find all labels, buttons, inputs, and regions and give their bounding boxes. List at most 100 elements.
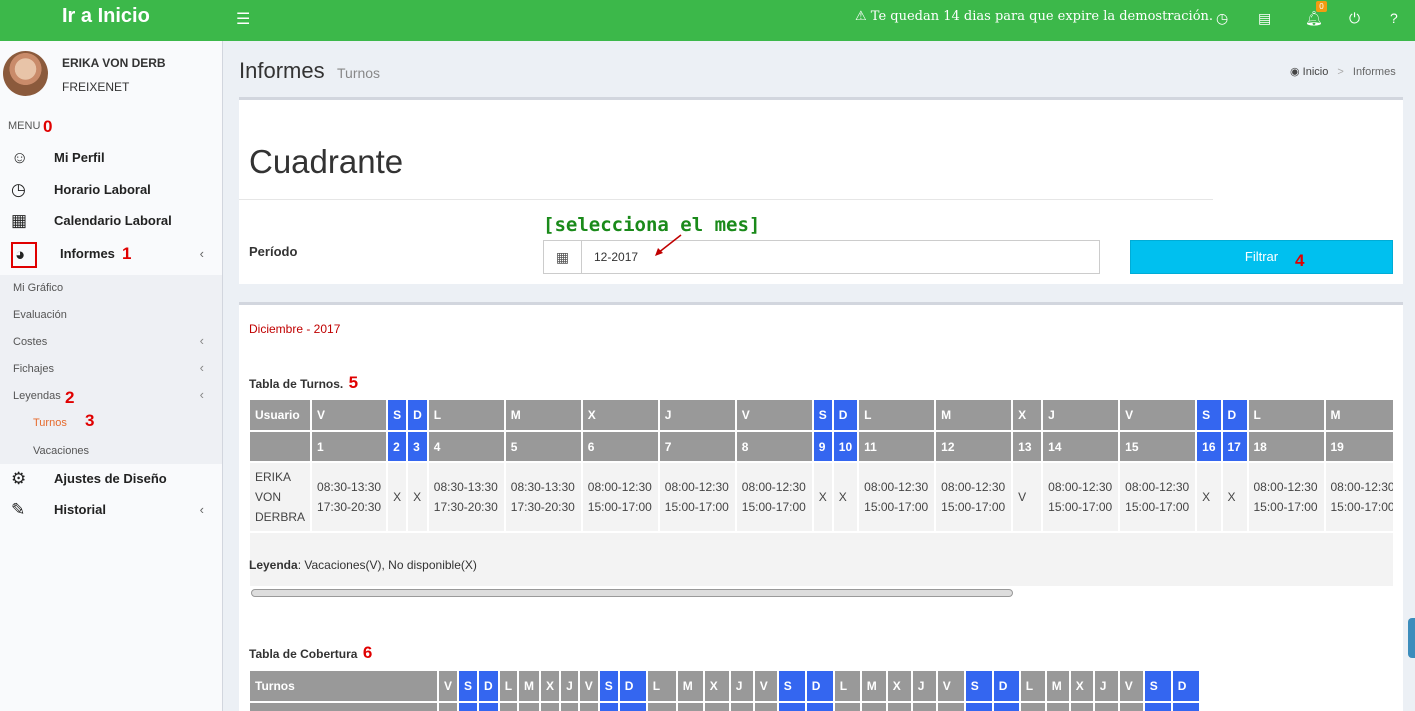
sidebar-item-ajustes-diseno[interactable]: ⚙ Ajustes de Diseño — [0, 464, 222, 494]
coverage-cell — [911, 702, 938, 711]
day-number-cell: 17 — [1221, 431, 1249, 463]
annotation-6: 6 — [362, 643, 373, 662]
shift-time: 08:30-13:30 — [510, 480, 575, 494]
day-number-cell: 15 — [1119, 431, 1198, 463]
shift-time: 15:00-17:00 — [1253, 500, 1318, 514]
sidebar-item-label: Historial — [54, 502, 107, 517]
coverage-cell — [250, 702, 439, 711]
day-number-cell: 13 — [1012, 431, 1044, 463]
coverage-cell — [1019, 702, 1047, 711]
hamburger-icon[interactable]: ☰ — [236, 9, 250, 29]
filter-button[interactable]: Filtrar 4 — [1130, 240, 1393, 274]
day-number-cell: 7 — [658, 431, 737, 463]
chevron-left-icon: ‹ — [199, 387, 204, 402]
shift-time: 08:30-13:30 — [317, 480, 382, 494]
coverage-day-cell: J — [1093, 671, 1120, 703]
top-navbar: Ir a Inicio ☰ ⚠ Te quedan 14 dias para q… — [0, 0, 1415, 41]
coverage-cell — [729, 702, 755, 711]
sidebar-item-historial[interactable]: ✎ Historial ‹ — [0, 495, 222, 525]
shifts-table-title: Tabla de Turnos. 5 — [249, 373, 359, 392]
submenu-vacaciones[interactable]: Vacaciones — [33, 445, 89, 457]
chevron-left-icon: ‹ — [199, 333, 204, 348]
notification-badge: 0 — [1316, 1, 1327, 12]
day-letter-cell: V — [311, 400, 389, 432]
coverage-cell — [1069, 702, 1095, 711]
coverage-day-cell: X — [540, 671, 562, 703]
horizontal-scrollbar[interactable] — [251, 589, 1013, 597]
divider — [239, 199, 1213, 200]
annotation-5: 5 — [348, 373, 359, 392]
sidebar-item-label: Horario Laboral — [54, 182, 151, 197]
day-letter-cell: X — [1012, 400, 1044, 432]
submenu-turnos[interactable]: Turnos — [33, 417, 67, 429]
shift-time: 15:00-17:00 — [941, 500, 1006, 514]
coverage-day-cell: S — [458, 671, 480, 703]
day-letter-cell: S — [387, 400, 409, 432]
coverage-day-cell: S — [777, 671, 807, 703]
breadcrumb-separator: > — [1337, 66, 1344, 78]
filter-button-label: Filtrar — [1244, 249, 1279, 264]
annotation-0: 0 — [43, 117, 53, 136]
smile-icon: ☺ — [11, 148, 29, 167]
shift-time: 15:00-17:00 — [587, 500, 652, 514]
coverage-cell — [598, 702, 620, 711]
sidebar-item-calendario-laboral[interactable]: ▦ Calendario Laboral — [0, 206, 222, 236]
coverage-day-cell: S — [598, 671, 620, 703]
coverage-cell — [518, 702, 542, 711]
day-letter-cell: D — [407, 400, 429, 432]
day-letter-cell: J — [1042, 400, 1121, 432]
table-row: ERIKA VON DERBRA 08:30-13:30 17:30-20:30 X… — [250, 462, 1393, 533]
day-number-row: 1 2 3 4 5 6 7 8 9 10 11 12 13 14 15 16 17 18 19 — [250, 431, 1393, 463]
period-input[interactable]: 12-2017 — [594, 250, 638, 264]
card-icon[interactable]: ▤ — [1258, 10, 1271, 27]
shift-cell: 08:00-12:30 15:00-17:00 — [1324, 462, 1393, 533]
shift-cell: 08:00-12:30 15:00-17:00 — [1042, 462, 1121, 533]
help-icon[interactable]: ? — [1390, 10, 1398, 26]
annotation-4: 4 — [1295, 251, 1305, 270]
coverage-day-cell: L — [833, 671, 862, 703]
shift-time: 15:00-17:00 — [864, 500, 929, 514]
day-number-cell: 9 — [812, 431, 834, 463]
breadcrumb: ◉ Inicio > Informes — [1290, 65, 1396, 78]
shift-time: 15:00-17:00 — [664, 500, 729, 514]
shift-cell: 08:00-12:30 15:00-17:00 — [1247, 462, 1326, 533]
submenu-leyendas[interactable]: Leyendas — [13, 390, 61, 402]
period-date-field[interactable]: ▦ 12-2017 — [543, 234, 1100, 274]
employee-name-cell: ERIKA VON DERBRA — [250, 462, 313, 533]
shift-time: V — [1018, 490, 1027, 504]
submenu-costes[interactable]: Costes — [13, 336, 47, 348]
shift-time: 08:00-12:30 — [1125, 480, 1190, 494]
day-letter-cell: J — [658, 400, 737, 432]
bell-icon[interactable]: 🔔︎ — [1305, 10, 1323, 27]
shift-cell: X — [812, 462, 834, 533]
coverage-cell — [676, 702, 705, 711]
submenu-fichajes[interactable]: Fichajes — [13, 363, 54, 375]
shift-time: 15:00-17:00 — [1048, 500, 1113, 514]
sidebar-item-mi-perfil[interactable]: ☺ Mi Perfil — [0, 143, 222, 173]
coverage-cell — [578, 702, 600, 711]
sidebar-item-horario-laboral[interactable]: ◷ Horario Laboral — [0, 175, 222, 205]
sidebar-item-informes[interactable]: ◕ Informes 1 ‹ — [0, 239, 222, 269]
page-subtitle: Turnos — [337, 65, 381, 81]
day-number-cell: 14 — [1042, 431, 1121, 463]
home-link[interactable]: Ir a Inicio — [62, 5, 150, 28]
shift-cell: X — [1221, 462, 1249, 533]
day-letter-cell: M — [935, 400, 1014, 432]
day-letter-cell: L — [858, 400, 937, 432]
coverage-day-cell: M — [518, 671, 542, 703]
side-tab-widget[interactable] — [1408, 618, 1415, 658]
shift-time: 08:30-13:30 — [433, 480, 498, 494]
day-letter-cell: D — [832, 400, 860, 432]
dashboard-icon: ◉ — [1290, 66, 1300, 78]
coverage-cell — [1093, 702, 1120, 711]
submenu-evaluacion[interactable]: Evaluación — [13, 309, 67, 321]
power-icon[interactable]: ⏻ — [1349, 10, 1360, 27]
calendar-icon[interactable]: ▦ — [544, 241, 582, 273]
coverage-day-cell: V — [438, 671, 460, 703]
clock-icon[interactable]: ◷ — [1216, 10, 1228, 27]
breadcrumb-home[interactable]: Inicio — [1303, 66, 1329, 78]
coverage-cell — [646, 702, 678, 711]
coverage-table-scroll[interactable]: Turnos VSDLMXJVSDLMXJVSDLMXJVSDLMXJVSD — [250, 671, 1393, 711]
submenu-mi-grafico[interactable]: Mi Gráfico — [13, 282, 63, 294]
coverage-cell — [777, 702, 807, 711]
